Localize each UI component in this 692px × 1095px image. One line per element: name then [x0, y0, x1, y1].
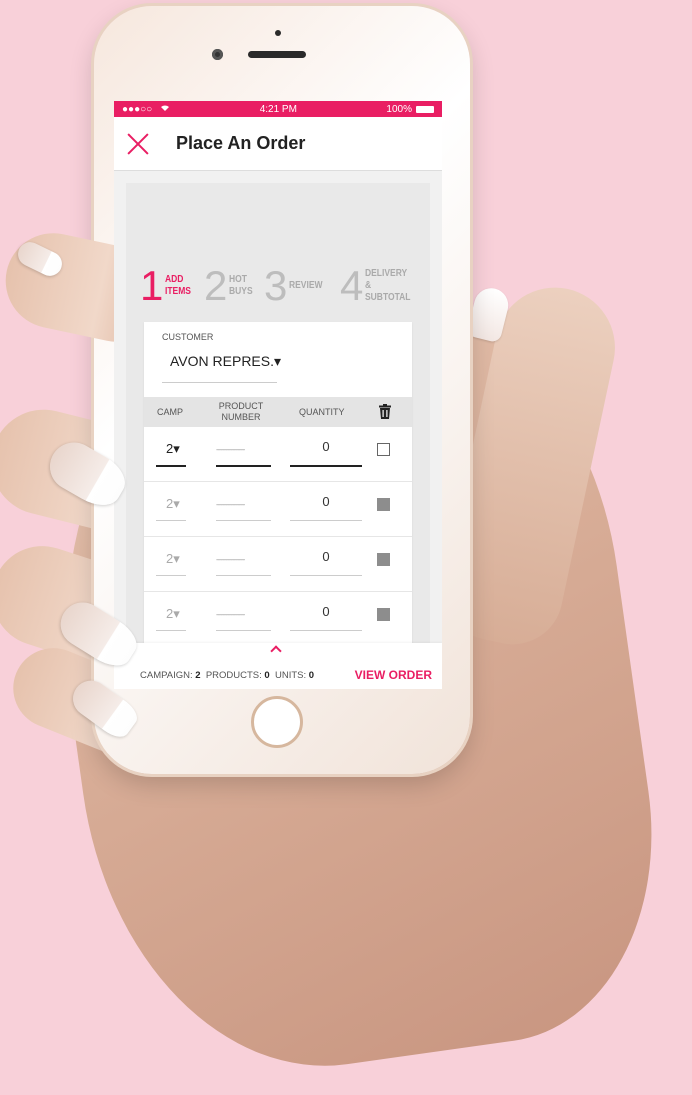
wifi-icon	[160, 104, 170, 115]
step-add-items[interactable]: 1 ADD ITEMS	[140, 265, 196, 307]
units-label: UNITS:	[275, 670, 307, 681]
row-checkbox[interactable]	[377, 498, 390, 511]
step-label: REVIEW	[289, 280, 323, 291]
step-label: ADD ITEMS	[165, 274, 192, 297]
table-row: 2▾ ----------------- 0	[144, 592, 412, 647]
column-product-number: PRODUCT NUMBER	[218, 401, 264, 422]
table-row: 2▾ ----------------- 0	[144, 537, 412, 592]
signal-icon: ●●●○○	[122, 103, 153, 115]
battery-icon	[416, 105, 434, 113]
table-row: 2▾ ----------------- 0	[144, 482, 412, 537]
product-number-input[interactable]: -----------------	[216, 500, 271, 509]
product-underline	[216, 465, 271, 467]
status-time: 4:21 PM	[259, 103, 297, 115]
step-hot-buys[interactable]: 2 HOT BUYS	[204, 265, 257, 307]
campaign-count: 2	[195, 670, 201, 681]
quantity-underline	[290, 465, 362, 467]
main-content: 1 ADD ITEMS 2 HOT BUYS 3 REVIEW 4 DELIVE…	[114, 171, 442, 689]
step-number: 3	[264, 262, 288, 309]
order-card: CUSTOMER AVON REPRES.▾ CAMP PRODUCT NUMB…	[144, 322, 412, 689]
quantity-input[interactable]: 0	[290, 494, 362, 509]
campaign-select[interactable]: 2▾	[166, 441, 180, 457]
app-screen: ●●●○○ 4:21 PM 100% Place An Order 1 ADD I…	[114, 101, 442, 689]
quantity-input[interactable]: 0	[290, 604, 362, 619]
step-review[interactable]: 3 REVIEW	[264, 265, 329, 307]
home-button[interactable]	[251, 696, 303, 748]
order-summary: CAMPAIGN: 2 PRODUCTS: 0 UNITS: 0	[140, 670, 314, 681]
product-number-input[interactable]: -----------------	[216, 555, 271, 564]
campaign-select[interactable]: 2▾	[166, 551, 180, 567]
status-bar: ●●●○○ 4:21 PM 100%	[114, 101, 442, 117]
products-count: 0	[264, 670, 270, 681]
step-number: 1	[140, 262, 164, 309]
quantity-input[interactable]: 0	[290, 439, 362, 454]
campaign-underline	[156, 575, 186, 576]
column-quantity: QUANTITY	[299, 407, 345, 417]
row-checkbox[interactable]	[377, 608, 390, 621]
customer-select[interactable]: AVON REPRES.▾	[170, 353, 281, 370]
row-checkbox[interactable]	[377, 443, 390, 456]
row-checkbox[interactable]	[377, 553, 390, 566]
step-number: 2	[204, 262, 228, 309]
campaign-select[interactable]: 2▾	[166, 606, 180, 622]
quantity-underline	[290, 630, 362, 631]
earpiece-speaker	[248, 51, 306, 58]
quantity-input[interactable]: 0	[290, 549, 362, 564]
campaign-underline	[156, 520, 186, 521]
campaign-label: CAMPAIGN:	[140, 670, 193, 681]
front-camera-icon	[212, 49, 223, 60]
battery-percent: 100%	[386, 103, 412, 115]
product-number-input[interactable]: -----------------	[216, 445, 271, 454]
product-underline	[216, 520, 271, 521]
proximity-sensor	[275, 30, 281, 36]
step-label: DELIVERY & SUBTOTAL	[365, 268, 411, 303]
product-underline	[216, 630, 271, 631]
product-underline	[216, 575, 271, 576]
trash-icon[interactable]	[379, 404, 391, 419]
customer-underline	[162, 382, 277, 383]
quantity-underline	[290, 575, 362, 576]
column-camp: CAMP	[157, 407, 184, 417]
app-header: Place An Order	[114, 117, 442, 171]
customer-label: CUSTOMER	[162, 332, 214, 342]
page-title: Place An Order	[176, 133, 306, 153]
step-delivery-subtotal[interactable]: 4 DELIVERY & SUBTOTAL	[340, 265, 419, 307]
step-label: HOT BUYS	[229, 274, 253, 297]
table-row: 2▾ ----------------- 0	[144, 427, 412, 482]
campaign-underline	[156, 465, 186, 467]
units-count: 0	[308, 670, 315, 681]
order-steps: 1 ADD ITEMS 2 HOT BUYS 3 REVIEW 4 DELIVE…	[128, 265, 430, 315]
chevron-up-icon[interactable]	[270, 645, 282, 657]
products-label: PRODUCTS:	[205, 670, 262, 681]
product-number-input[interactable]: -----------------	[216, 610, 271, 619]
table-header: CAMP PRODUCT NUMBER QUANTITY	[144, 397, 412, 427]
content-panel: 1 ADD ITEMS 2 HOT BUYS 3 REVIEW 4 DELIVE…	[126, 183, 430, 689]
step-number: 4	[340, 262, 364, 309]
campaign-underline	[156, 630, 186, 631]
quantity-underline	[290, 520, 362, 521]
order-summary-bar: CAMPAIGN: 2 PRODUCTS: 0 UNITS: 0 VIEW OR…	[114, 643, 442, 689]
campaign-select[interactable]: 2▾	[166, 496, 180, 512]
view-order-button[interactable]: VIEW ORDER	[355, 668, 432, 682]
close-icon[interactable]	[124, 131, 150, 157]
